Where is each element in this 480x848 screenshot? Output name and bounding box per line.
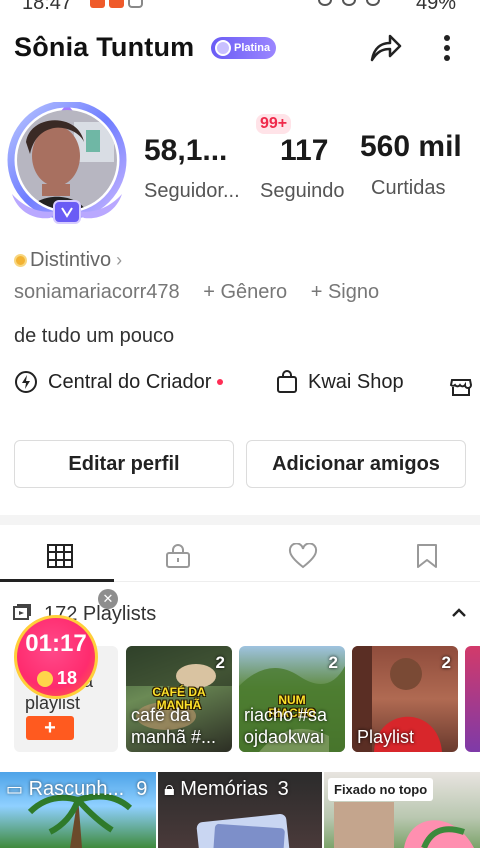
username: soniamariacorr478: [14, 281, 180, 303]
pinned-badge: Fixado no topo: [328, 778, 434, 801]
reward-timer[interactable]: 01:17 18: [14, 615, 98, 699]
distintivo-link[interactable]: Distintivo ›: [14, 249, 122, 272]
playlist-card-partial[interactable]: [465, 646, 480, 752]
user-info-row: soniamariacorr478 + Gênero + Signo: [14, 281, 397, 304]
active-tab-indicator: [0, 579, 114, 582]
add-playlist-button[interactable]: +: [26, 716, 74, 740]
status-time: 18:47: [22, 0, 73, 14]
likes-label[interactable]: Curtidas: [371, 177, 445, 200]
playlist-card[interactable]: 2 Playlist: [352, 646, 458, 752]
close-timer-button[interactable]: ✕: [98, 589, 118, 609]
system-icons: [318, 0, 380, 6]
creator-center-label: Central do Criador: [48, 370, 212, 393]
followers-label[interactable]: Seguidor...: [144, 180, 240, 203]
battery-level: 49%: [415, 0, 456, 14]
edit-profile-button[interactable]: Editar perfil: [14, 440, 234, 488]
badge-icon: [215, 40, 231, 56]
status-bar: 18:47 49%: [0, 0, 480, 14]
drafts-card[interactable]: ▭ Rascunh... 9: [0, 772, 156, 848]
memories-card[interactable]: 🔒︎ Memórias 3: [158, 772, 322, 848]
playlist-title: Playlist: [357, 727, 415, 747]
bio-text: de tudo um pouco: [14, 325, 175, 347]
avatar[interactable]: [4, 102, 130, 230]
following-count[interactable]: 117: [280, 134, 328, 168]
tab-private[interactable]: [118, 532, 238, 580]
playlist-count: 2: [328, 653, 338, 672]
bookmark-icon: [417, 544, 437, 568]
notification-badge: 99+: [256, 114, 292, 134]
notification-icons: [90, 0, 143, 8]
chevron-right-icon: ›: [116, 250, 123, 270]
share-icon[interactable]: [366, 30, 404, 66]
section-divider: [0, 515, 480, 525]
heart-icon: [288, 543, 318, 569]
playlist-icon: [13, 604, 31, 620]
add-gender-button[interactable]: + Gênero: [203, 281, 287, 303]
coin-count: 18: [37, 668, 77, 689]
drafts-label: ▭ Rascunh... 9: [6, 778, 148, 800]
creator-center-link[interactable]: Central do Criador: [14, 370, 224, 394]
new-dot: [217, 379, 224, 385]
distintivo-label: Distintivo: [30, 249, 112, 271]
shopping-bag-icon: [277, 370, 297, 393]
tab-posts[interactable]: [0, 532, 120, 580]
add-sign-button[interactable]: + Signo: [311, 281, 379, 303]
followers-count[interactable]: 58,1...: [144, 134, 227, 168]
playlist-card[interactable]: NUM RIACHO 2 riacho #sa ojdaokwai: [239, 646, 345, 752]
more-options-icon[interactable]: [432, 30, 462, 66]
coin-icon: [37, 670, 53, 687]
pinned-card[interactable]: Fixado no topo: [324, 772, 480, 848]
likes-count[interactable]: 560 mil: [360, 130, 462, 164]
playlist-count: 2: [215, 653, 225, 672]
lock-icon: [166, 544, 190, 568]
chevron-up-icon[interactable]: [448, 602, 470, 624]
tab-liked[interactable]: [243, 532, 363, 580]
lightning-icon: [15, 371, 37, 393]
timer-time: 01:17: [25, 630, 87, 657]
kwai-shop-link[interactable]: Kwai Shop: [276, 370, 404, 394]
platina-badge[interactable]: Platina: [211, 37, 277, 59]
content-grid: ▭ Rascunh... 9 🔒︎ Memórias 3 Fixado no to…: [0, 772, 480, 848]
playlist-count: 2: [441, 653, 451, 672]
profile-name: Sônia Tuntum: [14, 32, 195, 62]
playlist-card[interactable]: CAFÉ DA MANHÃ 2 café da manhã #...: [126, 646, 232, 752]
memories-label: 🔒︎ Memórias 3: [164, 778, 289, 800]
add-friends-button[interactable]: Adicionar amigos: [246, 440, 466, 488]
kwai-shop-label: Kwai Shop: [308, 370, 404, 393]
following-label[interactable]: Seguindo: [260, 180, 345, 203]
creator-links: Central do Criador Kwai Shop: [0, 370, 480, 404]
tab-saved[interactable]: [367, 532, 480, 580]
profile-tabs: [0, 532, 480, 582]
grid-icon: [47, 544, 73, 568]
playlist-title: café da manhã #...: [131, 705, 217, 747]
store-icon[interactable]: [449, 375, 473, 399]
playlist-title: riacho #sa ojdaokwai: [244, 705, 328, 747]
badge-label: Platina: [234, 42, 271, 54]
profile-header: Sônia Tuntum Platina: [0, 24, 480, 72]
medal-icon: [14, 254, 27, 267]
